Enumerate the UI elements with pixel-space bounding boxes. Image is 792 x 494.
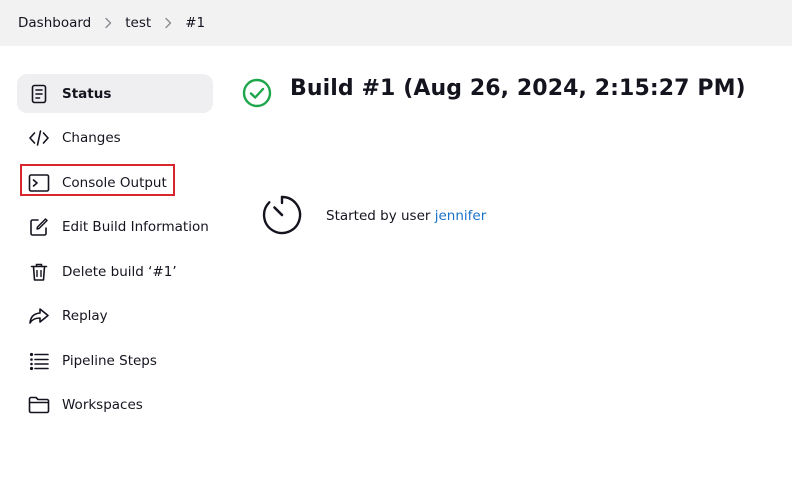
sidebar-item-replay[interactable]: Replay [17, 297, 213, 336]
timer-icon [261, 194, 303, 236]
sidebar-item-label: Edit Build Information [62, 219, 209, 235]
sidebar: Status Changes Console Output Edit Build… [17, 74, 213, 430]
page-title: Build #1 (Aug 26, 2024, 2:15:27 PM) [290, 76, 746, 101]
sidebar-item-changes[interactable]: Changes [17, 119, 213, 158]
sidebar-item-label: Console Output [62, 174, 167, 191]
sidebar-item-edit-build-information[interactable]: Edit Build Information [17, 208, 213, 247]
sidebar-item-label: Pipeline Steps [62, 352, 157, 369]
build-cause-prefix: Started by user [326, 208, 435, 224]
sidebar-item-label: Changes [62, 130, 121, 146]
breadcrumb-dashboard[interactable]: Dashboard [18, 15, 91, 31]
replay-arrow-icon [28, 305, 50, 327]
breadcrumb: Dashboard test #1 [0, 0, 792, 46]
chevron-right-icon [91, 0, 125, 46]
success-check-icon [241, 77, 273, 109]
code-icon [28, 127, 50, 149]
terminal-icon [28, 172, 50, 194]
sidebar-item-label: Replay [62, 308, 108, 324]
trash-icon [28, 261, 50, 283]
sidebar-item-status[interactable]: Status [17, 74, 213, 113]
sidebar-item-label: Status [62, 85, 112, 102]
breadcrumb-build-1[interactable]: #1 [185, 15, 205, 31]
user-link[interactable]: jennifer [435, 208, 487, 224]
sidebar-item-pipeline-steps[interactable]: Pipeline Steps [17, 341, 213, 380]
sidebar-item-label: Delete build ‘#1’ [62, 263, 177, 280]
chevron-right-icon [151, 0, 185, 46]
list-steps-icon [28, 350, 50, 372]
breadcrumb-test[interactable]: test [125, 15, 151, 31]
sidebar-item-label: Workspaces [62, 397, 143, 413]
sidebar-item-console-output[interactable]: Console Output [17, 163, 213, 202]
document-icon [28, 83, 50, 105]
build-cause: Started by user jennifer [326, 208, 486, 224]
folder-icon [28, 394, 50, 416]
sidebar-item-workspaces[interactable]: Workspaces [17, 386, 213, 425]
edit-icon [28, 216, 50, 238]
sidebar-item-delete-build[interactable]: Delete build ‘#1’ [17, 252, 213, 291]
